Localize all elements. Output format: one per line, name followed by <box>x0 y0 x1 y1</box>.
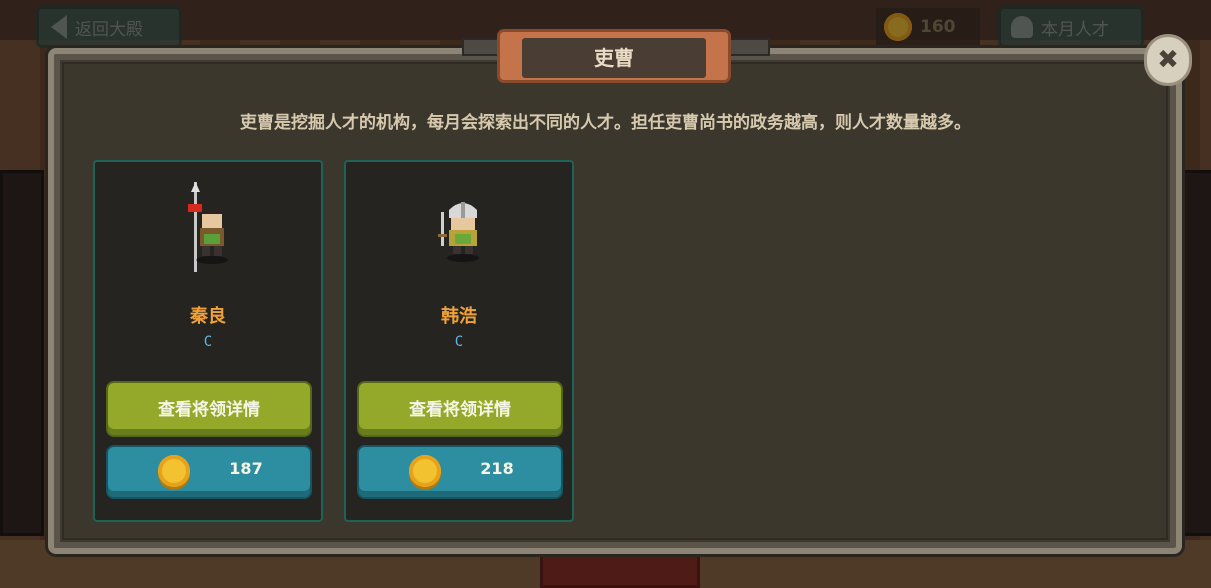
recruit-price-button[interactable]: 218 <box>359 447 561 497</box>
recruit-price: 218 <box>480 459 514 478</box>
view-details-label: 查看将领详情 <box>409 399 511 420</box>
title-ornament-right <box>726 38 770 56</box>
dialog-title: 吏曹 <box>594 46 634 70</box>
view-general-details-button[interactable]: 查看将领详情 <box>108 383 310 435</box>
gold-coin-icon <box>158 455 190 487</box>
view-details-label: 查看将领详情 <box>158 399 260 420</box>
close-button[interactable]: ✖ <box>1144 34 1192 86</box>
recruit-price-button[interactable]: 187 <box>108 447 310 497</box>
view-general-details-button[interactable]: 查看将领详情 <box>359 383 561 435</box>
general-name: 韩浩 <box>441 306 477 327</box>
talent-card: 韩浩 C 查看将领详情 218 <box>344 160 574 522</box>
general-portrait <box>438 202 479 262</box>
close-icon: ✖ <box>1157 45 1179 75</box>
recruit-price: 187 <box>229 459 263 478</box>
general-name: 秦良 <box>190 306 226 327</box>
general-portrait <box>188 182 228 272</box>
general-grade: C <box>203 334 213 350</box>
general-grade: C <box>454 334 464 350</box>
talent-card: 秦良 C 查看将领详情 187 <box>93 160 323 522</box>
gold-coin-icon <box>409 455 441 487</box>
dialog-description: 吏曹是挖掘人才的机构，每月会探索出不同的人才。担任吏曹尚书的政务越高，则人才数量… <box>240 113 971 133</box>
